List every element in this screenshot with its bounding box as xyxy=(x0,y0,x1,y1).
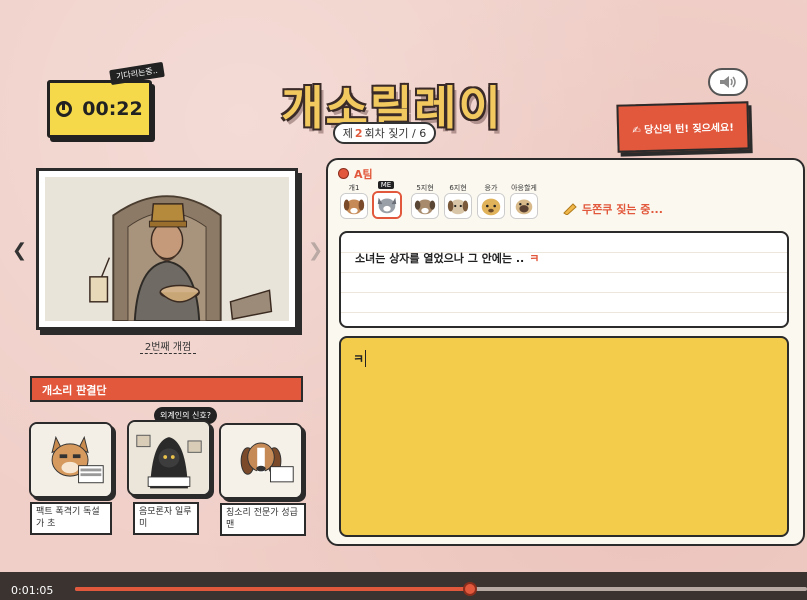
judge-card[interactable] xyxy=(127,420,211,496)
dog-avatar-icon xyxy=(372,191,402,219)
playback-bar xyxy=(0,572,807,600)
sound-toggle-button[interactable] xyxy=(708,68,748,96)
round-suffix: 회차 짖기 / 6 xyxy=(364,127,427,140)
player-label: 아응할게 xyxy=(511,184,537,192)
judges-header: 개소리 판결단 xyxy=(30,376,303,402)
countdown-timer: 00:22 xyxy=(47,80,152,138)
shiba-judge-illustration xyxy=(31,424,111,496)
writing-hand-icon xyxy=(563,203,577,215)
player-label: 5지현 xyxy=(416,184,434,192)
dog-avatar-icon xyxy=(340,193,368,219)
king-eating-illustration xyxy=(45,177,289,321)
dog-avatar-icon xyxy=(411,193,439,219)
speaker-icon xyxy=(720,76,736,88)
judge-name: 칭소리 전문가 성급맨 xyxy=(220,503,306,537)
progress-handle[interactable] xyxy=(463,582,477,596)
judge-card[interactable] xyxy=(219,423,303,499)
story-so-far-box: 소녀는 상자를 열었으나 그 안에는 .. ㅋ xyxy=(339,231,789,328)
beagle-judge-illustration xyxy=(221,425,301,497)
judge-name: 팩트 폭격기 독설가 초 xyxy=(30,502,112,536)
image-caption: 2번째 개껌 xyxy=(140,338,196,354)
dog-avatar-icon xyxy=(510,193,538,219)
your-turn-banner: ✍ 당신의 턴! 짖으세요! xyxy=(616,101,750,153)
player-slot: 개1 xyxy=(340,183,368,219)
round-indicator: 제 2 회차 짖기 / 6 xyxy=(333,122,436,144)
player-label: 응가 xyxy=(484,184,498,192)
prompt-image-card xyxy=(36,168,298,330)
typing-status-text: 두쫀쿠 짖는 중... xyxy=(582,203,663,216)
player-slot: 응가 xyxy=(477,183,505,219)
previous-image-button[interactable]: ❮ xyxy=(12,240,27,261)
current-time: 0:01:05 xyxy=(11,584,54,597)
player-label: 6지현 xyxy=(449,184,467,192)
team-color-dot xyxy=(338,168,349,179)
team-label: A팀 xyxy=(354,168,373,181)
story-accent-text: ㅋ xyxy=(529,252,540,265)
stopwatch-icon xyxy=(56,101,73,117)
story-input-textarea[interactable]: ㅋ xyxy=(339,336,789,537)
next-image-button[interactable]: ❯ xyxy=(308,240,323,261)
dog-avatar-icon xyxy=(444,193,472,219)
player-slot-me: ME xyxy=(372,181,402,219)
player-slot: 아응할게 xyxy=(510,183,538,219)
player-slot: 6지현 xyxy=(444,183,472,219)
input-value: ㅋ xyxy=(353,350,367,367)
dog-avatar-icon xyxy=(477,193,505,219)
round-number: 2 xyxy=(354,126,363,140)
player-label: 개1 xyxy=(348,184,360,192)
typing-status: 두쫀쿠 짖는 중... xyxy=(563,201,663,217)
me-badge: ME xyxy=(377,181,395,189)
judge-name: 음모론자 일루미 xyxy=(133,502,199,536)
timer-text: 00:22 xyxy=(82,98,143,120)
player-slot: 5지현 xyxy=(411,183,439,219)
hooded-cat-judge-illustration xyxy=(129,422,209,494)
story-text: 소녀는 상자를 열었으나 그 안에는 .. xyxy=(355,252,525,265)
judge-card[interactable] xyxy=(29,422,113,498)
round-prefix: 제 xyxy=(342,127,353,140)
progress-fill xyxy=(75,587,470,591)
